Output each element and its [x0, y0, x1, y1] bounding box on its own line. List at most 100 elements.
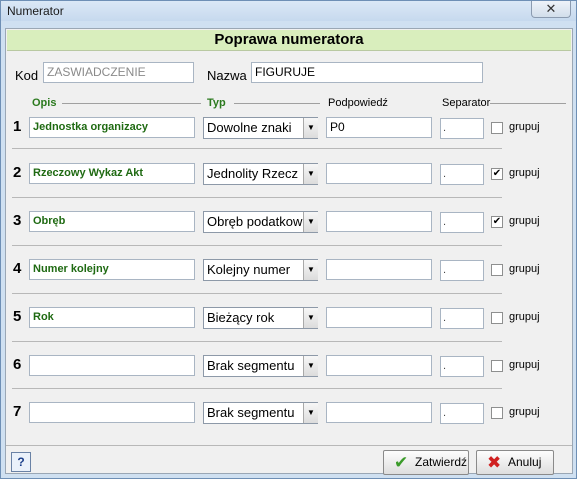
cross-icon: ✖ — [487, 453, 502, 472]
grupuj-checkbox[interactable] — [491, 312, 503, 324]
segment-row-5: 5 Rok Bieżący rok ▼ . grupuj — [6, 307, 572, 355]
row-number: 1 — [13, 118, 22, 135]
row-number: 7 — [13, 403, 22, 420]
confirm-button[interactable]: ✔ Zatwierdź — [383, 450, 469, 475]
grupuj-checkbox[interactable] — [491, 360, 503, 372]
podpowiedz-field[interactable]: P0 — [326, 117, 432, 138]
segment-row-2: 2 Rzeczowy Wykaz Akt Jednolity Rzecz ▼ .… — [6, 163, 572, 211]
nazwa-label: Nazwa — [207, 68, 247, 83]
opis-field[interactable] — [29, 355, 195, 376]
chevron-down-icon[interactable]: ▼ — [303, 164, 318, 184]
confirm-label: Zatwierdź — [415, 455, 468, 469]
numerator-window: Numerator ✕ Poprawa numeratora Kod ZASWI… — [0, 0, 577, 479]
typ-select[interactable]: Bieżący rok — [203, 307, 318, 329]
row-number: 6 — [13, 356, 22, 373]
segment-row-4: 4 Numer kolejny Kolejny numer ▼ . grupuj — [6, 259, 572, 307]
separator-field[interactable]: . — [440, 212, 484, 233]
grupuj-label: grupuj — [509, 311, 540, 323]
grupuj-label: grupuj — [509, 359, 540, 371]
row-divider — [12, 148, 502, 149]
column-header-separator: Separator — [442, 97, 491, 109]
help-icon: ? — [17, 455, 25, 469]
separator-field[interactable]: . — [440, 164, 484, 185]
grupuj-checkbox[interactable]: ✔ — [491, 168, 503, 180]
kod-label: Kod — [15, 68, 39, 83]
opis-field[interactable] — [29, 402, 195, 423]
grupuj-checkbox[interactable] — [491, 407, 503, 419]
typ-select[interactable]: Dowolne znaki — [203, 117, 318, 139]
footer-divider — [6, 445, 572, 446]
row-divider — [12, 388, 502, 389]
row-divider — [12, 341, 502, 342]
podpowiedz-field[interactable] — [326, 307, 432, 328]
segment-row-6: 6 Brak segmentu ▼ . grupuj — [6, 355, 572, 403]
row-number: 2 — [13, 164, 22, 181]
typ-value: Bieżący rok — [207, 310, 275, 325]
grupuj-label: grupuj — [509, 121, 540, 133]
column-header-typ: Typ — [207, 97, 226, 109]
typ-value: Jednolity Rzecz — [207, 166, 299, 181]
typ-value: Kolejny numer — [207, 262, 291, 277]
chevron-down-icon[interactable]: ▼ — [303, 260, 318, 280]
column-divider — [62, 103, 201, 104]
separator-field[interactable]: . — [440, 308, 484, 329]
chevron-down-icon[interactable]: ▼ — [303, 308, 318, 328]
row-divider — [12, 293, 502, 294]
kod-field[interactable]: ZASWIADCZENIE — [43, 62, 194, 83]
typ-select[interactable]: Obręb podatkow — [203, 211, 318, 233]
separator-field[interactable]: . — [440, 118, 484, 139]
row-number: 3 — [13, 212, 22, 229]
grupuj-checkbox[interactable] — [491, 264, 503, 276]
opis-field[interactable]: Rok — [29, 307, 195, 328]
column-divider — [490, 103, 566, 104]
typ-value: Obręb podatkow — [207, 214, 303, 229]
dialog-content: Poprawa numeratora Kod ZASWIADCZENIE Naz… — [5, 28, 573, 475]
separator-field[interactable]: . — [440, 356, 484, 377]
help-button[interactable]: ? — [11, 452, 31, 472]
window-title: Numerator — [7, 4, 64, 18]
podpowiedz-field[interactable] — [326, 259, 432, 280]
row-divider — [12, 245, 502, 246]
grupuj-label: grupuj — [509, 167, 540, 179]
typ-value: Dowolne znaki — [207, 120, 292, 135]
podpowiedz-field[interactable] — [326, 211, 432, 232]
segment-row-1: 1 Jednostka organizacy Dowolne znaki ▼ P… — [6, 115, 572, 163]
segment-row-3: 3 Obręb Obręb podatkow ▼ . ✔ grupuj — [6, 211, 572, 259]
column-header-podpowiedz: Podpowiedź — [328, 97, 388, 109]
chevron-down-icon[interactable]: ▼ — [303, 356, 318, 376]
typ-select[interactable]: Brak segmentu — [203, 402, 318, 424]
opis-field[interactable]: Obręb — [29, 211, 195, 232]
chevron-down-icon[interactable]: ▼ — [303, 212, 318, 232]
row-number: 4 — [13, 260, 22, 277]
grupuj-label: grupuj — [509, 215, 540, 227]
grupuj-label: grupuj — [509, 406, 540, 418]
row-number: 5 — [13, 308, 22, 325]
cancel-label: Anuluj — [508, 455, 542, 469]
podpowiedz-field[interactable] — [326, 163, 432, 184]
column-header-opis: Opis — [32, 97, 57, 109]
column-divider — [234, 103, 320, 104]
opis-field[interactable]: Jednostka organizacy — [29, 117, 195, 138]
grupuj-checkbox[interactable]: ✔ — [491, 216, 503, 228]
typ-select[interactable]: Jednolity Rzecz — [203, 163, 318, 185]
row-divider — [12, 197, 502, 198]
checkmark-icon: ✔ — [394, 453, 409, 472]
typ-select[interactable]: Kolejny numer — [203, 259, 318, 281]
separator-field[interactable]: . — [440, 403, 484, 424]
opis-field[interactable]: Rzeczowy Wykaz Akt — [29, 163, 195, 184]
opis-field[interactable]: Numer kolejny — [29, 259, 195, 280]
close-button[interactable]: ✕ — [531, 1, 571, 18]
grupuj-checkbox[interactable] — [491, 122, 503, 134]
close-icon: ✕ — [545, 1, 557, 16]
nazwa-field[interactable]: FIGURUJE — [251, 62, 483, 83]
typ-value: Brak segmentu — [207, 405, 295, 420]
cancel-button[interactable]: ✖ Anuluj — [476, 450, 554, 475]
podpowiedz-field[interactable] — [326, 355, 432, 376]
chevron-down-icon[interactable]: ▼ — [303, 403, 318, 423]
podpowiedz-field[interactable] — [326, 402, 432, 423]
separator-field[interactable]: . — [440, 260, 484, 281]
typ-select[interactable]: Brak segmentu — [203, 355, 318, 377]
title-bar[interactable]: Numerator ✕ — [1, 1, 576, 21]
dialog-header: Poprawa numeratora — [7, 30, 571, 51]
chevron-down-icon[interactable]: ▼ — [303, 118, 318, 138]
